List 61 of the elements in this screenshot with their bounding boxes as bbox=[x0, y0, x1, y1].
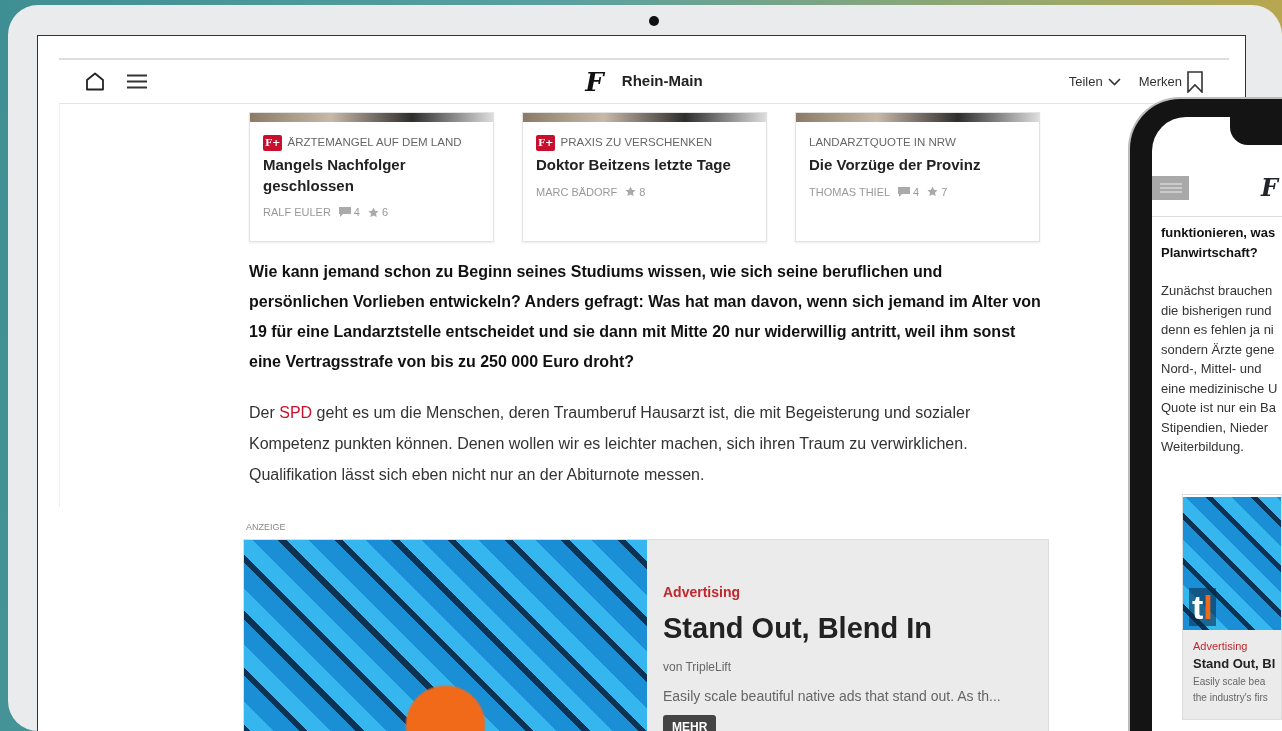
ad-category: Advertising bbox=[1193, 638, 1249, 654]
teaser-author: MARC BÄDORF bbox=[536, 184, 618, 200]
article-text-line: eine medizinische U bbox=[1161, 379, 1279, 398]
menu-icon[interactable] bbox=[127, 74, 147, 89]
menu-icon bbox=[1159, 182, 1182, 193]
ad-title: Stand Out, Blend In bbox=[663, 610, 934, 646]
newspaper-logo[interactable]: F bbox=[1261, 169, 1279, 206]
comment-count: 4 bbox=[353, 204, 360, 220]
ad-card[interactable]: Advertising Stand Out, Blend In von TripleLift Easily scale beautiful native ads that stand out. As th... MEHR bbox=[243, 538, 1049, 731]
ad-card[interactable]: tl Advertising Stand Out, Bl Easily scale bea the industry's firs bbox=[1182, 493, 1282, 720]
comment-icon bbox=[338, 207, 351, 217]
home-icon[interactable] bbox=[85, 72, 105, 91]
lead-paragraph: Wie kann jemand schon zu Beginn seines Studiums wissen, wie sich seine beruflichen und persönlichen Vorlieben entwickeln? Anders gefragt: Was hat man davon, wenn sich jemand im Alter von 19 für eine Landarztstelle entscheidet und sie dann mit Mitte 20 nur widerwillig antritt, weil ihm sonst eine Vertragsstrafe von bis zu 250 000 Euro droht? bbox=[249, 262, 1042, 372]
teaser-author: THOMAS THIEL bbox=[809, 184, 891, 200]
section-title: Rhein-Main bbox=[621, 71, 703, 92]
teaser-kicker: PRAXIS ZU VERSCHENKEN bbox=[560, 135, 712, 150]
advertiser-logo: tl bbox=[1189, 587, 1216, 626]
ad-sponsor: von TripleLift bbox=[663, 659, 733, 676]
article-text-line: Stipendien, Nieder bbox=[1161, 418, 1269, 437]
ad-description: Easily scale beautiful native ads that stand out. As th... bbox=[663, 687, 1001, 706]
ad-description-line: Easily scale bea bbox=[1193, 674, 1267, 689]
article-text-line: Quote ist nur ein Ba bbox=[1161, 399, 1277, 417]
article-text-line: denn es fehlen ja ni bbox=[1161, 321, 1275, 339]
star-count: 6 bbox=[382, 204, 389, 220]
bookmark-icon bbox=[1187, 70, 1203, 93]
comment-icon bbox=[898, 186, 911, 197]
ad-category: Advertising bbox=[663, 582, 741, 602]
teaser-title: Doktor Beitzens letzte Tage bbox=[536, 155, 732, 176]
teaser-author: RALF EULER bbox=[263, 204, 331, 220]
teaser-card[interactable]: F+ ÄRZTEMANGEL AUF DEM LAND Mangels Nachfolger geschlossen RALF EULER 4 6 bbox=[249, 112, 494, 242]
article-text-line: Weiterbildung. bbox=[1161, 438, 1245, 456]
teaser-card[interactable]: F+ PRAXIS ZU VERSCHENKEN Doktor Beitzens letzte Tage MARC BÄDORF 8 bbox=[522, 112, 767, 242]
teaser-title: Mangels Nachfolger geschlossen bbox=[263, 155, 407, 196]
premium-badge: F+ bbox=[536, 134, 556, 151]
article-text-line: sondern Ärzte gene bbox=[1161, 340, 1276, 359]
article-text-line: Nord-, Mittel- und bbox=[1161, 360, 1263, 378]
party-link[interactable]: SPD bbox=[279, 404, 313, 421]
teaser-card[interactable]: LANDARZTQUOTE IN NRW Die Vorzüge der Provinz THOMAS THIEL 4 7 bbox=[795, 112, 1040, 242]
ad-label: ANZEIGE bbox=[246, 521, 287, 534]
article-text-line: Zunächst brauchen bbox=[1161, 282, 1274, 300]
more-button[interactable]: MEHR bbox=[663, 715, 717, 731]
teaser-kicker: LANDARZTQUOTE IN NRW bbox=[809, 135, 956, 150]
newspaper-logo[interactable]: F bbox=[585, 68, 604, 95]
star-count: 7 bbox=[941, 184, 948, 200]
article-text-line: funktionieren, was bbox=[1161, 224, 1277, 242]
star-icon bbox=[625, 186, 637, 198]
body-paragraph: Der SPD geht es um die Menschen, deren Traumberuf Hausarzt ist, die mit Begeisterung und sozialer Kompetenz punkten können. Denen wollen wir es leichter machen, sich ihren Traum zu verwirklichen. Qualifikation lässt sich eben nicht nur an der Abiturnote messen. bbox=[249, 403, 972, 485]
article-text-line: Planwirtschaft? bbox=[1161, 243, 1259, 262]
star-count: 8 bbox=[639, 184, 646, 200]
comment-count: 4 bbox=[913, 184, 920, 200]
ad-description-line: the industry's firs bbox=[1193, 690, 1269, 705]
teaser-kicker: ÄRZTEMANGEL AUF DEM LAND bbox=[287, 135, 462, 150]
bookmark-button[interactable]: Merken bbox=[1138, 70, 1203, 93]
premium-badge: F+ bbox=[263, 134, 283, 151]
article-text-line: die bisherigen rund bbox=[1161, 301, 1273, 320]
star-icon bbox=[368, 206, 379, 218]
caret-icon bbox=[1107, 77, 1121, 86]
camera-dot bbox=[649, 16, 659, 26]
star-icon bbox=[927, 186, 939, 198]
teaser-title: Die Vorzüge der Provinz bbox=[809, 155, 982, 176]
share-button[interactable]: Teilen bbox=[1068, 71, 1121, 92]
